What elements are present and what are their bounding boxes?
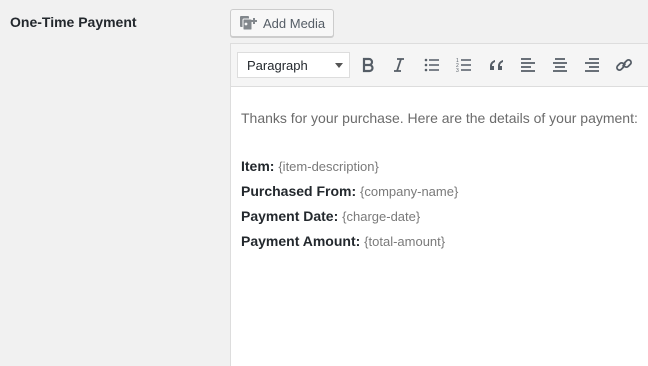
detail-row-date: Payment Date: {charge-date}: [241, 204, 648, 229]
add-media-label: Add Media: [263, 15, 326, 31]
link-icon: [615, 56, 633, 74]
detail-label: Payment Date:: [241, 208, 339, 224]
detail-label: Item:: [241, 158, 275, 174]
detail-row-company: Purchased From: {company-name}: [241, 179, 648, 204]
format-select[interactable]: Paragraph: [237, 52, 350, 78]
svg-text:3: 3: [456, 68, 459, 73]
merge-tag: {charge-date}: [342, 209, 421, 224]
numbered-list-icon: 1 2 3: [456, 57, 472, 73]
italic-icon: [391, 57, 407, 73]
rich-text-editor: Paragraph 1 2 3 Thanks for your purchase…: [230, 43, 648, 366]
bold-icon: [360, 57, 376, 73]
editor-toolbar: Paragraph 1 2 3: [231, 44, 648, 87]
bulleted-list-button[interactable]: [420, 53, 444, 77]
align-left-icon: [520, 57, 536, 73]
chevron-down-icon: [335, 63, 343, 68]
align-center-icon: [552, 57, 568, 73]
merge-tag: {company-name}: [360, 184, 459, 199]
merge-tag: {item-description}: [278, 159, 379, 174]
bulleted-list-icon: [424, 57, 440, 73]
email-template-settings: One-Time Payment Add Media Paragraph 1 2…: [0, 0, 648, 366]
detail-row-item: Item: {item-description}: [241, 154, 648, 179]
add-media-icon: [239, 15, 257, 31]
align-left-button[interactable]: [516, 53, 540, 77]
insert-link-button[interactable]: [612, 53, 636, 77]
align-right-button[interactable]: [580, 53, 604, 77]
blockquote-button[interactable]: [484, 53, 508, 77]
align-center-button[interactable]: [548, 53, 572, 77]
field-label: One-Time Payment: [10, 14, 137, 30]
merge-tag: {total-amount}: [364, 234, 446, 249]
add-media-button[interactable]: Add Media: [230, 9, 335, 37]
editor-content-area[interactable]: Thanks for your purchase. Here are the d…: [231, 87, 648, 254]
detail-row-amount: Payment Amount: {total-amount}: [241, 229, 648, 254]
bold-button[interactable]: [356, 53, 380, 77]
format-select-value: Paragraph: [247, 57, 308, 73]
detail-label: Purchased From:: [241, 183, 357, 199]
intro-text: Thanks for your purchase. Here are the d…: [241, 110, 638, 126]
numbered-list-button[interactable]: 1 2 3: [452, 53, 476, 77]
quote-icon: [488, 57, 504, 73]
detail-label: Payment Amount:: [241, 233, 361, 249]
italic-button[interactable]: [387, 53, 411, 77]
align-right-icon: [584, 57, 600, 73]
